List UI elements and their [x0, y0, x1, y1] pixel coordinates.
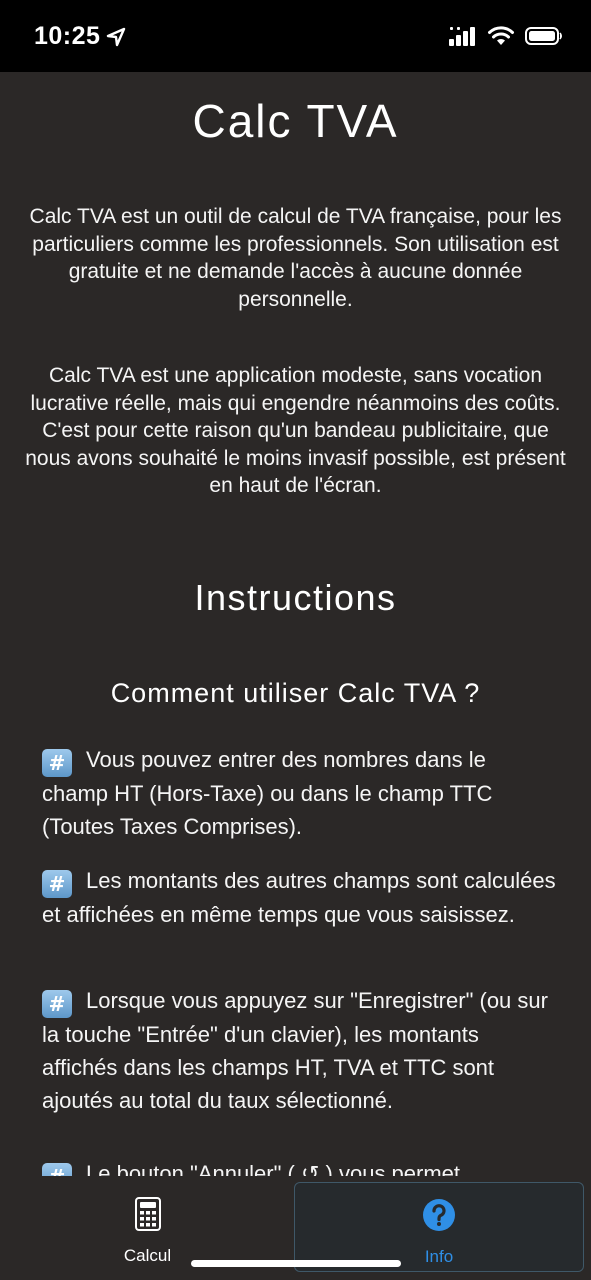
- instruction-item: # Vous pouvez entrer des nombres dans le …: [42, 743, 557, 843]
- tab-label-info: Info: [424, 1247, 454, 1266]
- ads-paragraph-line: C'est pour cette raison qu'un bandeau pu…: [25, 419, 566, 497]
- info-content[interactable]: Calc TVA Calc TVA est un outil de calcul…: [0, 72, 591, 1176]
- page-title: Calc TVA: [192, 95, 399, 147]
- ads-paragraph: Calc TVA est une application modeste, sa…: [20, 362, 571, 500]
- home-indicator[interactable]: [191, 1260, 401, 1267]
- intro-paragraph: Calc TVA est un outil de calcul de TVA f…: [29, 205, 562, 311]
- tab-icon-wrap: [422, 1197, 456, 1233]
- calculator-icon: [134, 1197, 161, 1231]
- wifi-icon: [488, 26, 514, 45]
- screen: 10:25 Calc TVA Calc TVA est un outil de …: [0, 0, 591, 1280]
- hash-keycap-icon: #: [42, 1163, 72, 1176]
- hash-keycap-icon: #: [42, 749, 72, 777]
- location-arrow-icon: [107, 27, 126, 46]
- how-to-heading: Comment utiliser Calc TVA ?: [110, 678, 481, 708]
- hash-keycap-icon: #: [42, 870, 72, 898]
- tab-icon-wrap: [134, 1196, 161, 1232]
- ads-paragraph-line: Calc TVA est une application modeste, sa…: [30, 364, 561, 415]
- instructions-heading: Instructions: [194, 577, 397, 618]
- instruction-text: Les montants des autres champs sont calc…: [42, 868, 556, 927]
- status-bar: 10:25: [0, 0, 591, 72]
- instruction-item: # Le bouton "Annuler" ( ↺ ) vous permet: [42, 1157, 557, 1176]
- battery-icon: [525, 27, 562, 45]
- instruction-text: Le bouton "Annuler" ( ↺ ) vous permet: [86, 1161, 461, 1176]
- instruction-item: # Les montants des autres champs sont cal…: [42, 864, 557, 931]
- instruction-item: # Lorsque vous appuyez sur "Enregistrer" …: [42, 984, 557, 1117]
- status-icons: [449, 26, 563, 46]
- status-time: 10:25: [34, 22, 101, 50]
- tab-label-calcul: Calcul: [123, 1246, 172, 1265]
- tab-info[interactable]: Info: [294, 1182, 584, 1272]
- instruction-text: Vous pouvez entrer des nombres dans le c…: [42, 747, 493, 839]
- tab-calcul[interactable]: Calcul: [0, 1176, 295, 1268]
- instruction-text: Lorsque vous appuyez sur "Enregistrer" (…: [42, 988, 548, 1113]
- question-circle-icon: [423, 1199, 455, 1231]
- hash-keycap-icon: #: [42, 990, 72, 1018]
- status-time-group: 10:25: [34, 22, 126, 51]
- cellular-signal-icon: [449, 27, 475, 46]
